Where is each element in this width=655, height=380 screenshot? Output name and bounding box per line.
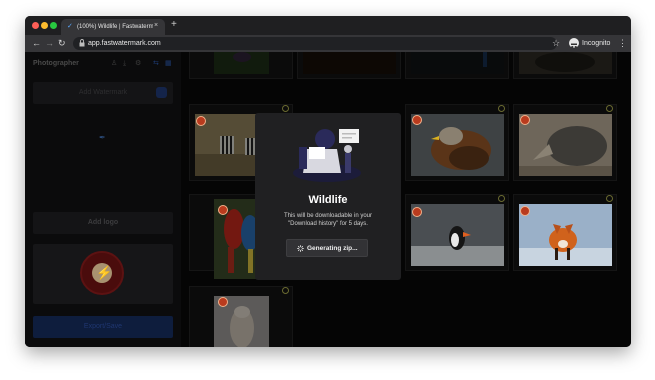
- watermark-badge-icon: [412, 115, 422, 125]
- photo-red-kite: [411, 114, 504, 176]
- lock-icon: [79, 39, 85, 47]
- modal-description: This will be downloadable in your "Downl…: [283, 213, 373, 227]
- photo-card[interactable]: [513, 194, 617, 271]
- watermark-badge-icon: [218, 297, 228, 307]
- browser-menu-icon[interactable]: ⋮: [618, 37, 627, 49]
- photo-red-fox: [519, 204, 612, 266]
- forward-button[interactable]: →: [45, 38, 54, 48]
- watermark-badge-icon: [218, 205, 228, 215]
- photo-dark-forest: [303, 52, 396, 74]
- watermark-badge-icon: [412, 207, 422, 217]
- maximize-window-button[interactable]: [50, 22, 57, 29]
- photo-rhinoceros: [519, 114, 612, 176]
- browser-window: ✓ (100%) Wildlife | Fastwatermar × + ← →…: [25, 16, 631, 347]
- select-check-icon[interactable]: [606, 105, 613, 112]
- tab-title: (100%) Wildlife | Fastwatermar: [77, 24, 153, 30]
- new-tab-button[interactable]: +: [171, 19, 177, 31]
- browser-tab[interactable]: ✓ (100%) Wildlife | Fastwatermar ×: [61, 19, 165, 35]
- tab-close-icon[interactable]: ×: [154, 22, 158, 30]
- photo-blue-bird: [411, 52, 504, 74]
- profile-label: Incognito: [582, 40, 611, 47]
- photo-card[interactable]: [189, 286, 293, 347]
- photo-card[interactable]: [513, 52, 617, 79]
- watermark-badge-icon: [196, 116, 206, 126]
- photo-card[interactable]: [405, 104, 509, 181]
- select-check-icon[interactable]: [282, 287, 289, 294]
- download-modal: Wildlife This will be downloadable in yo…: [255, 113, 401, 280]
- generating-zip-label: Generating zip...: [307, 245, 358, 252]
- reload-button[interactable]: ↻: [58, 38, 66, 48]
- photo-hummingbird: [214, 52, 269, 74]
- watermark-badge-icon: [520, 206, 530, 216]
- photo-card[interactable]: [189, 52, 293, 79]
- select-check-icon[interactable]: [606, 195, 613, 202]
- select-check-icon[interactable]: [498, 105, 505, 112]
- url-text: app.fastwatermark.com: [88, 40, 161, 47]
- select-check-icon[interactable]: [282, 105, 289, 112]
- close-window-button[interactable]: [32, 22, 39, 29]
- photo-puffin: [411, 204, 504, 266]
- incognito-glasses-icon: [571, 43, 577, 49]
- watermark-badge-icon: [520, 115, 530, 125]
- browser-toolbar: ← → ↻ app.fastwatermark.com ☆ Incognito …: [25, 35, 631, 52]
- page-content: Photographer ♙ ⤓ ⚙ ⇆ ▦ Add Watermark ✒ A…: [25, 52, 631, 347]
- back-button[interactable]: ←: [32, 38, 41, 48]
- download-illustration-icon: [293, 129, 361, 182]
- incognito-icon[interactable]: [569, 38, 579, 49]
- photo-animal-on-rock: [519, 52, 612, 74]
- photo-card[interactable]: [297, 52, 401, 79]
- bookmark-star-icon[interactable]: ☆: [552, 38, 560, 48]
- photo-card[interactable]: [405, 52, 509, 79]
- title-bar: ✓ (100%) Wildlife | Fastwatermar × +: [25, 16, 631, 35]
- minimize-window-button[interactable]: [41, 22, 48, 29]
- generating-zip-button[interactable]: Generating zip...: [286, 239, 368, 257]
- modal-title: Wildlife: [308, 194, 348, 206]
- address-bar[interactable]: app.fastwatermark.com: [73, 37, 557, 50]
- select-check-icon[interactable]: [498, 195, 505, 202]
- favicon-icon: ✓: [67, 23, 73, 30]
- photo-card[interactable]: [405, 194, 509, 271]
- spinner-icon: [297, 245, 304, 252]
- photo-card[interactable]: [513, 104, 617, 181]
